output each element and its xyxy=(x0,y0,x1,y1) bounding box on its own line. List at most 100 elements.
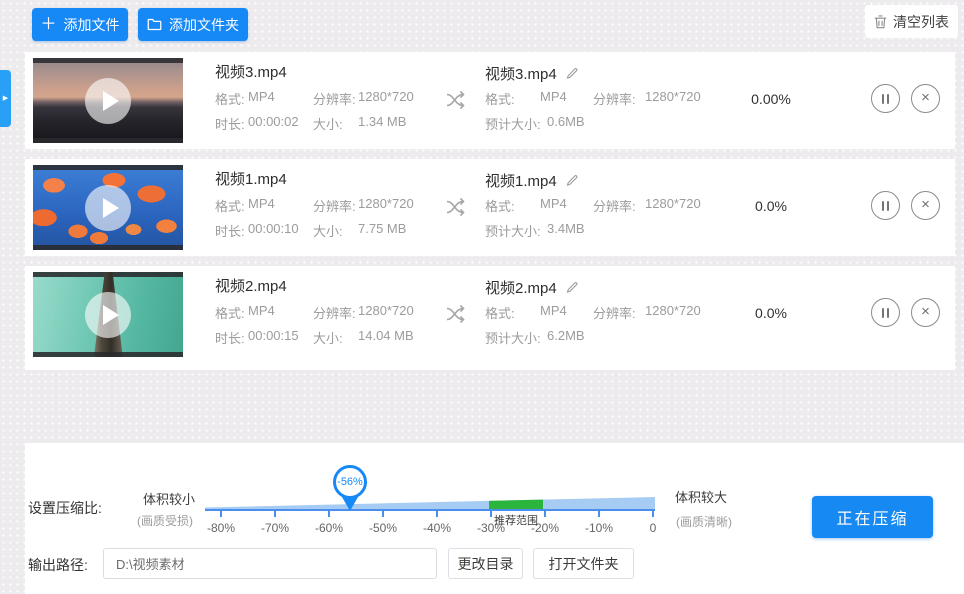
tick-label: -80% xyxy=(206,521,236,535)
resolution-value: 1280*720 xyxy=(645,89,701,104)
play-icon[interactable] xyxy=(85,291,131,338)
size-value: 1.34 MB xyxy=(358,114,407,129)
estimated-size-label: 预计大小: xyxy=(485,224,541,239)
format-value: MP4 xyxy=(540,303,567,318)
remove-file-button[interactable]: × xyxy=(911,191,940,220)
progress-percent: 0.0% xyxy=(755,305,787,321)
resolution-value: 1280*720 xyxy=(358,303,414,318)
output-info-line1: 格式: MP4 分辨率: 1280*720 xyxy=(485,89,701,108)
compress-button[interactable]: 正在压缩 xyxy=(812,496,933,538)
estimated-size-label: 预计大小: xyxy=(485,331,541,346)
format-label: 格式: xyxy=(215,199,245,214)
resolution-value: 1280*720 xyxy=(358,196,414,211)
video-row: 视频1.mp4 格式: MP4 分辨率: 1280*720 时长: 00:00:… xyxy=(25,159,955,256)
play-icon[interactable] xyxy=(85,184,131,231)
tick-mark xyxy=(220,511,222,517)
pause-icon xyxy=(887,93,889,104)
slider-value-bubble: -56% xyxy=(333,465,367,499)
shuffle-convert-icon xyxy=(445,90,469,115)
output-info-line2: 预计大小: 3.4MB xyxy=(485,221,585,240)
output-path-label: 输出路径: xyxy=(28,557,88,573)
shuffle-convert-icon xyxy=(445,197,469,222)
shuffle-convert-icon xyxy=(445,304,469,329)
video-thumbnail[interactable] xyxy=(33,58,183,143)
tick-mark xyxy=(436,511,438,517)
pause-button[interactable] xyxy=(871,191,900,220)
edit-pencil-icon[interactable] xyxy=(566,174,579,187)
format-value: MP4 xyxy=(540,196,567,211)
pause-icon xyxy=(882,307,884,318)
duration-value: 00:00:02 xyxy=(248,114,299,129)
video-thumbnail[interactable] xyxy=(33,272,183,357)
tick-mark xyxy=(652,511,654,517)
tick-mark xyxy=(544,511,546,517)
remove-file-button[interactable]: × xyxy=(911,298,940,327)
tick-label: -10% xyxy=(584,521,614,535)
slider-baseline xyxy=(205,509,655,511)
source-info-line1: 格式: MP4 分辨率: 1280*720 xyxy=(215,196,414,215)
close-icon: × xyxy=(921,89,930,106)
format-value: MP4 xyxy=(248,89,275,104)
video-list: 视频3.mp4 格式: MP4 分辨率: 1280*720 时长: 00:00:… xyxy=(25,52,955,380)
output-file-name: 视频1.mp4 xyxy=(485,173,557,190)
bottom-settings-panel: 设置压缩比: 体积较小 (画质受损) -80% -70% -60% -50% -… xyxy=(25,443,964,594)
trash-icon xyxy=(874,14,887,29)
clear-list-label: 清空列表 xyxy=(893,13,949,30)
pause-icon xyxy=(882,93,884,104)
output-info-line1: 格式: MP4 分辨率: 1280*720 xyxy=(485,303,701,322)
edit-pencil-icon[interactable] xyxy=(566,281,579,294)
format-label: 格式: xyxy=(485,199,515,214)
source-info-line2: 时长: 00:00:10 大小: 7.75 MB xyxy=(215,221,406,240)
format-label: 格式: xyxy=(215,306,245,321)
format-label: 格式: xyxy=(215,92,245,107)
open-folder-button[interactable]: 打开文件夹 xyxy=(533,548,634,579)
close-icon: × xyxy=(921,196,930,213)
chevron-right-icon: ▶ xyxy=(2,95,9,102)
output-info-line1: 格式: MP4 分辨率: 1280*720 xyxy=(485,196,701,215)
add-file-button[interactable]: ＋ 添加文件 xyxy=(32,8,128,41)
progress-percent: 0.00% xyxy=(751,91,791,107)
play-icon[interactable] xyxy=(85,77,131,124)
edit-pencil-icon[interactable] xyxy=(566,67,579,80)
remove-file-button[interactable]: × xyxy=(911,84,940,113)
compression-slider[interactable]: -80% -70% -60% -50% -40% -30% -20% -10% … xyxy=(205,443,656,548)
source-file-name: 视频2.mp4 xyxy=(215,278,287,295)
resolution-label: 分辨率: xyxy=(593,199,636,214)
slider-handle[interactable]: -56% xyxy=(330,465,370,511)
video-thumbnail[interactable] xyxy=(33,165,183,250)
format-label: 格式: xyxy=(485,306,515,321)
tick-label: -50% xyxy=(368,521,398,535)
pause-button[interactable] xyxy=(871,84,900,113)
output-file-name-wrap: 视频2.mp4 xyxy=(485,277,579,298)
clear-list-button[interactable]: 清空列表 xyxy=(865,5,958,38)
tick-label: -40% xyxy=(422,521,452,535)
pause-icon xyxy=(882,200,884,211)
estimated-size-value: 6.2MB xyxy=(547,328,585,343)
change-directory-button[interactable]: 更改目录 xyxy=(448,548,523,579)
size-label: 大小: xyxy=(313,117,343,132)
smaller-size-label: 体积较小 xyxy=(143,492,196,507)
resolution-label: 分辨率: xyxy=(593,92,636,107)
add-file-label: 添加文件 xyxy=(63,16,120,33)
resolution-value: 1280*720 xyxy=(645,196,701,211)
duration-value: 00:00:15 xyxy=(248,328,299,343)
source-file-name: 视频1.mp4 xyxy=(215,171,287,188)
resolution-label: 分辨率: xyxy=(313,306,356,321)
tick-label: -60% xyxy=(314,521,344,535)
format-label: 格式: xyxy=(485,92,515,107)
source-info-line1: 格式: MP4 分辨率: 1280*720 xyxy=(215,89,414,108)
add-folder-button[interactable]: 添加文件夹 xyxy=(138,8,248,41)
output-path-input[interactable] xyxy=(103,548,437,579)
quality-clear-label: (画质清晰) xyxy=(676,515,732,529)
tick-mark xyxy=(598,511,600,517)
plus-icon: ＋ xyxy=(40,15,57,33)
compression-ratio-label: 设置压缩比: xyxy=(28,500,102,516)
pause-icon xyxy=(887,307,889,318)
slider-value: -56% xyxy=(337,476,363,488)
tick-mark xyxy=(328,511,330,517)
sidebar-expand-tab[interactable]: ▶ xyxy=(0,70,11,127)
app-window: ＋ 添加文件 添加文件夹 清空列表 ▶ 视频3.mp4 格式: MP4 分辨率: xyxy=(0,0,964,594)
tick-mark xyxy=(274,511,276,517)
pause-button[interactable] xyxy=(871,298,900,327)
folder-icon xyxy=(147,18,162,31)
